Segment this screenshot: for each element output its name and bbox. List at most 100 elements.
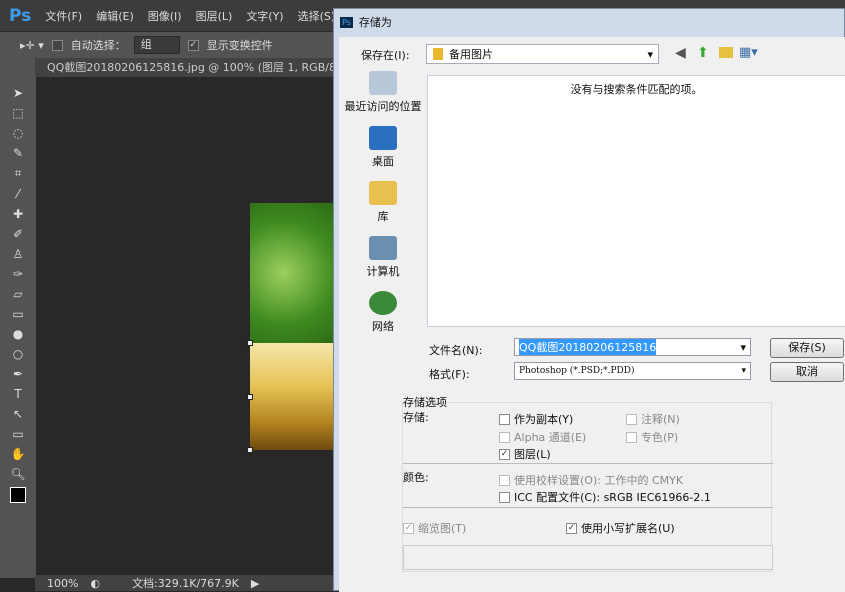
- transform-handle[interactable]: [247, 394, 253, 400]
- stamp-tool-icon[interactable]: ♙: [13, 247, 24, 261]
- dodge-tool-icon[interactable]: ○: [13, 347, 23, 361]
- warning-area: [403, 545, 773, 570]
- icc-option[interactable]: ICC 配置文件(C): sRGB IEC61966-2.1: [499, 489, 711, 505]
- place-label: 最近访问的位置: [344, 100, 422, 113]
- up-folder-icon[interactable]: ⬆: [697, 45, 709, 61]
- place-network[interactable]: 网络: [343, 291, 423, 346]
- type-tool-icon[interactable]: T: [14, 387, 21, 401]
- cancel-button[interactable]: 取消: [770, 362, 844, 382]
- hand-tool-icon[interactable]: ✋: [11, 447, 26, 461]
- filename-label: 文件名(N):: [429, 344, 483, 357]
- alpha-label: Alpha 通道(E): [514, 431, 587, 444]
- show-transform-checkbox[interactable]: ✓: [187, 39, 199, 51]
- crop-tool-icon[interactable]: ⌗: [15, 166, 22, 181]
- menu-edit[interactable]: 编辑(E): [96, 8, 134, 24]
- place-computer[interactable]: 计算机: [343, 236, 423, 291]
- move-tool-icon[interactable]: ▸✛ ▾: [20, 39, 44, 52]
- chevron-down-icon: ▾: [741, 366, 746, 376]
- gradient-tool-icon[interactable]: ▭: [12, 307, 23, 321]
- eyedropper-tool-icon[interactable]: ⁄: [17, 187, 19, 201]
- status-icon[interactable]: ◐: [90, 577, 100, 590]
- shape-tool-icon[interactable]: ▭: [12, 427, 23, 441]
- auto-select-target-dropdown[interactable]: 组: [133, 36, 180, 54]
- auto-select-label: 自动选择：: [70, 39, 126, 52]
- ps-icon: Ps: [340, 16, 353, 28]
- store-label: 存储:: [403, 411, 429, 424]
- menu-select[interactable]: 选择(S): [298, 8, 336, 24]
- save-in-value: 备用图片: [449, 48, 493, 61]
- menu-image[interactable]: 图像(I): [148, 8, 182, 24]
- place-desktop[interactable]: 桌面: [343, 126, 423, 181]
- lasso-tool-icon[interactable]: ◌: [13, 126, 23, 140]
- auto-select-checkbox[interactable]: [51, 39, 63, 51]
- proof-option[interactable]: 使用校样设置(O): 工作中的 CMYK: [499, 472, 683, 488]
- folder-icon: [433, 48, 443, 60]
- place-library[interactable]: 库: [343, 181, 423, 236]
- new-folder-icon[interactable]: [719, 47, 733, 58]
- dialog-body: 保存在(I): 备用图片 ▾ ◀ ⬆ ▦▾ 最近访问的位置 桌面 库 计算机 网…: [339, 37, 845, 592]
- zoom-tool-icon[interactable]: 🔍︎: [10, 467, 25, 481]
- thumbnail-label: 缩览图(T): [418, 522, 467, 535]
- menu-type[interactable]: 文字(Y): [246, 8, 283, 24]
- lowercase-label: 使用小写扩展名(U): [581, 522, 675, 535]
- notes-label: 注释(N): [641, 413, 680, 426]
- notes-option[interactable]: 注释(N): [626, 411, 680, 427]
- dialog-title: 存储为: [358, 16, 392, 29]
- save-button[interactable]: 保存(S): [770, 338, 844, 358]
- lowercase-checkbox[interactable]: ✓: [566, 522, 577, 534]
- color-swatch-icon[interactable]: [10, 487, 26, 503]
- spot-checkbox[interactable]: [626, 431, 637, 443]
- spot-label: 专色(P): [641, 431, 679, 444]
- icc-checkbox[interactable]: [499, 491, 510, 503]
- back-icon[interactable]: ◀: [675, 45, 686, 61]
- alpha-option[interactable]: Alpha 通道(E): [499, 429, 586, 445]
- canvas-image-wheat: [250, 343, 333, 450]
- show-transform-label: 显示变换控件: [206, 39, 273, 52]
- spot-option[interactable]: 专色(P): [626, 429, 678, 445]
- brush-tool-icon[interactable]: ✐: [13, 227, 23, 241]
- file-list[interactable]: 没有与搜索条件匹配的项。: [427, 75, 845, 327]
- format-dropdown[interactable]: Photoshop (*.PSD;*.PDD) ▾: [514, 362, 751, 380]
- proof-checkbox[interactable]: [499, 474, 510, 486]
- menu-layer[interactable]: 图层(L): [196, 8, 233, 24]
- save-in-dropdown[interactable]: 备用图片 ▾: [426, 44, 659, 64]
- blur-tool-icon[interactable]: ●: [13, 327, 23, 341]
- layers-label: 图层(L): [514, 448, 551, 461]
- dialog-title-bar: Ps 存储为: [334, 9, 845, 35]
- status-menu-arrow-icon[interactable]: ▶: [251, 577, 259, 590]
- save-as-dialog: Ps 存储为 保存在(I): 备用图片 ▾ ◀ ⬆ ▦▾ 最近访问的位置 桌面 …: [333, 8, 845, 592]
- filename-value: QQ截图20180206125816: [519, 339, 657, 355]
- quick-select-tool-icon[interactable]: ✎: [13, 146, 23, 160]
- eraser-tool-icon[interactable]: ▱: [13, 287, 22, 301]
- status-bar: 100% ◐ 文档:329.1K/767.9K ▶: [35, 575, 333, 591]
- transform-handle[interactable]: [247, 340, 253, 346]
- layers-checkbox[interactable]: ✓: [499, 448, 510, 460]
- proof-label: 使用校样设置(O): 工作中的 CMYK: [514, 474, 684, 487]
- healing-tool-icon[interactable]: ✚: [13, 207, 23, 221]
- alpha-checkbox[interactable]: [499, 431, 510, 443]
- thumbnail-option[interactable]: ✓ 缩览图(T): [403, 520, 466, 536]
- place-label: 桌面: [372, 155, 394, 168]
- transform-handle[interactable]: [247, 447, 253, 453]
- view-menu-icon[interactable]: ▦▾: [739, 45, 758, 60]
- notes-checkbox[interactable]: [626, 413, 637, 425]
- menu-file[interactable]: 文件(F): [45, 8, 82, 24]
- zoom-level[interactable]: 100%: [47, 577, 78, 590]
- lowercase-option[interactable]: ✓ 使用小写扩展名(U): [566, 520, 675, 536]
- as-copy-checkbox[interactable]: [499, 413, 510, 425]
- marquee-tool-icon[interactable]: ⬚: [12, 106, 23, 120]
- history-brush-icon[interactable]: ✑: [13, 267, 23, 281]
- document-size: 文档:329.1K/767.9K: [132, 577, 239, 590]
- chevron-down-icon: ▾: [740, 340, 746, 354]
- path-select-tool-icon[interactable]: ↖: [13, 407, 23, 421]
- thumbnail-checkbox[interactable]: ✓: [403, 522, 414, 534]
- move-tool-icon[interactable]: ➤: [13, 86, 23, 100]
- color-label: 颜色:: [403, 471, 429, 484]
- canvas-image-green: [250, 203, 333, 343]
- as-copy-option[interactable]: 作为副本(Y): [499, 411, 573, 427]
- pen-tool-icon[interactable]: ✒: [13, 367, 23, 381]
- layers-option[interactable]: ✓ 图层(L): [499, 446, 551, 462]
- place-recent[interactable]: 最近访问的位置: [343, 71, 423, 126]
- place-label: 库: [377, 210, 389, 223]
- filename-input[interactable]: QQ截图20180206125816 ▾: [514, 338, 751, 356]
